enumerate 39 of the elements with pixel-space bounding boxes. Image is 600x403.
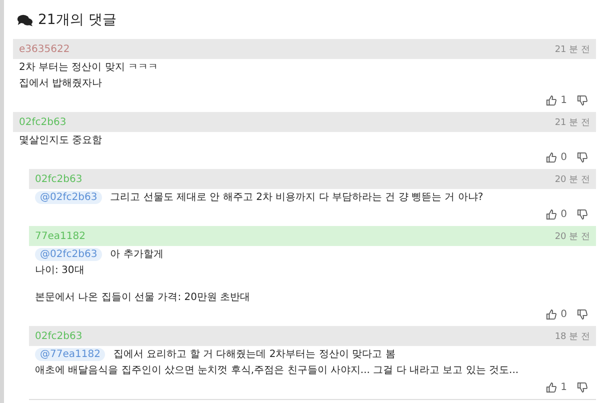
comment-time: 18 분 전: [554, 330, 590, 342]
comment-time: 20 분 전: [554, 230, 590, 242]
comment-time: 20 분 전: [554, 174, 590, 186]
like-count: 1: [560, 94, 567, 106]
thumbs-down-icon[interactable]: [577, 208, 588, 220]
thumbs-up-icon[interactable]: [546, 308, 557, 320]
mention-tag[interactable]: @02fc2b63: [35, 248, 102, 261]
thumbs-up-icon[interactable]: [546, 208, 557, 220]
thumbs-up-icon[interactable]: [546, 94, 557, 106]
comment-author[interactable]: e3635622: [19, 44, 70, 54]
comment-author[interactable]: 02fc2b63: [19, 116, 66, 128]
comments-icon: [17, 14, 33, 26]
comment-text: 2차 부터는 정산이 맞지 ㅋㅋㅋ: [19, 62, 158, 73]
comment-time: 21 분 전: [554, 44, 590, 56]
comment-author[interactable]: 77ea1182: [35, 230, 86, 242]
comment-text: 나이: 30대: [35, 265, 84, 276]
thumbs-down-icon[interactable]: [577, 308, 588, 320]
comment-author[interactable]: 02fc2b63: [35, 330, 82, 342]
like-count: 0: [560, 208, 567, 220]
like-count: 0: [560, 152, 567, 162]
mention-tag[interactable]: @77ea1182: [35, 348, 106, 361]
comment-author[interactable]: 02fc2b63: [35, 174, 82, 184]
comment-text: 집에서 밥해줬자나: [19, 78, 102, 89]
thumbs-down-icon[interactable]: [577, 152, 588, 162]
mention-tag[interactable]: @02fc2b63: [35, 191, 102, 204]
comment-text: 아 추가할게: [110, 249, 164, 260]
comment-time: 21 분 전: [554, 116, 590, 128]
comment-text: 그리고 선물도 제대로 안 해주고 2차 비용까지 다 부담하라는 건 걍 삥뜯는 거 아냐?: [110, 192, 484, 203]
comments-title: 21개의 댓글: [38, 11, 116, 29]
comment-text: 애초에 배달음식을 집주인이 샀으면 눈치껏 후식,주점은 친구들이 사야지... 그걸 다 내라고 보고 있는 것도...: [35, 365, 519, 376]
comment-text: 몇살인지도 중요함: [19, 135, 102, 146]
thumbs-down-icon[interactable]: [577, 94, 588, 106]
like-count: 0: [560, 308, 567, 320]
comment-text: 본문에서 나온 집들이 선물 가격: 20만원 초반대: [35, 292, 250, 303]
thumbs-up-icon[interactable]: [546, 382, 557, 392]
comment-text: 집에서 요리하고 할 거 다해줬는데 2차부터는 정산이 맞다고 봄: [113, 349, 396, 360]
thumbs-up-icon[interactable]: [546, 152, 557, 162]
like-count: 1: [560, 382, 567, 392]
thumbs-down-icon[interactable]: [577, 382, 588, 392]
